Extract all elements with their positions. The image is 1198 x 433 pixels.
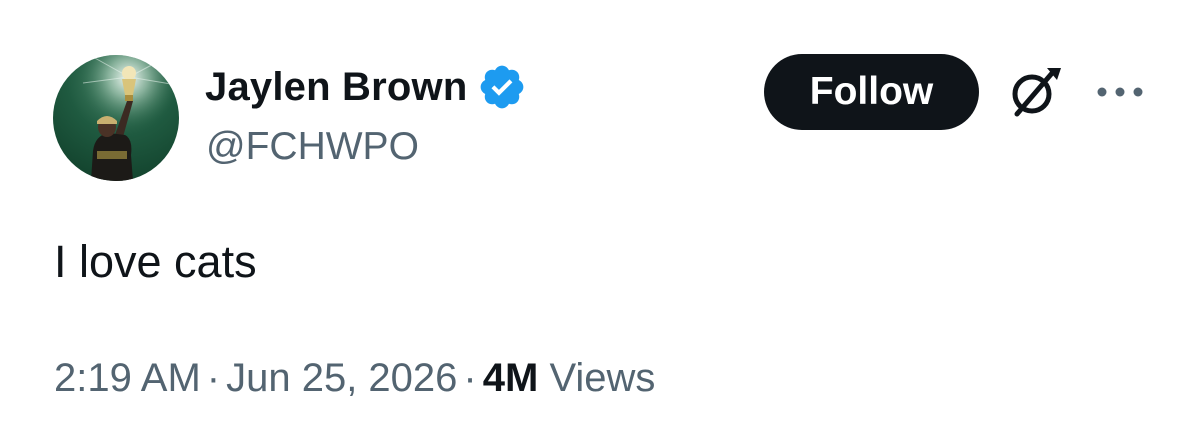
views-label[interactable]: Views xyxy=(549,356,655,400)
tweet-time[interactable]: 2:19 AM xyxy=(54,356,201,400)
tweet-meta: 2:19 AM · Jun 25, 2026 · 4M Views xyxy=(54,352,655,404)
user-handle[interactable]: @FCHWPO xyxy=(206,122,419,172)
follow-button[interactable]: Follow xyxy=(764,54,979,130)
avatar[interactable] xyxy=(53,55,179,181)
avatar-image xyxy=(53,55,179,181)
views-count[interactable]: 4M xyxy=(483,356,539,400)
display-name[interactable]: Jaylen Brown xyxy=(205,62,467,112)
tweet-text: I love cats xyxy=(54,236,257,287)
author-name-row: Jaylen Brown xyxy=(205,62,527,112)
meta-separator: · xyxy=(206,356,221,400)
tweet-card: Jaylen Brown @FCHWPO Follow I love cats … xyxy=(0,0,1198,433)
verified-badge-icon[interactable] xyxy=(477,62,527,112)
more-icon[interactable] xyxy=(1094,80,1146,104)
meta-separator: · xyxy=(463,356,477,400)
grok-icon[interactable] xyxy=(1003,64,1065,120)
tweet-date[interactable]: Jun 25, 2026 xyxy=(226,356,457,400)
